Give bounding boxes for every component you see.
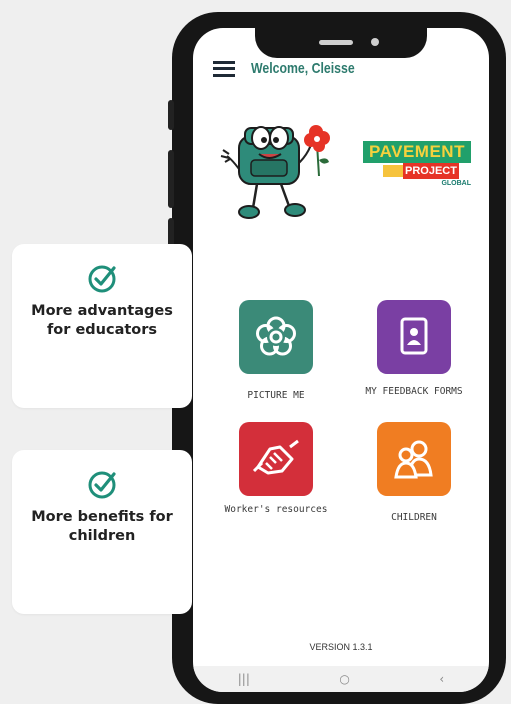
- front-camera: [371, 38, 379, 46]
- top-bar: Welcome, Cleisse: [213, 60, 377, 77]
- children-tile[interactable]: [377, 422, 451, 496]
- logo-yellow-bar: [383, 165, 403, 177]
- children-card-text: More benefits for children: [31, 509, 173, 544]
- phone-volume-up: [168, 150, 174, 208]
- logo-pavement: PAVEMENT: [363, 141, 471, 163]
- speaker: [319, 40, 353, 45]
- app-screen: Welcome, Cleisse PAVEMENT PROJECT GLOBAL: [193, 28, 489, 692]
- mascot-illustration: [220, 125, 330, 219]
- handshake-icon: [252, 439, 299, 475]
- check-circle-icon: [88, 471, 116, 499]
- hamburger-menu-icon[interactable]: [213, 60, 235, 77]
- logo-project: PROJECT: [403, 163, 459, 179]
- android-nav-bar: ||| ○ ‹: [193, 666, 489, 692]
- check-circle-icon: [88, 265, 116, 293]
- my-feedback-forms-label: MY FEEDBACK FORMS: [365, 386, 463, 397]
- picture-me-label: PICTURE ME: [247, 390, 305, 401]
- people-icon: [394, 440, 433, 479]
- picture-me-tile[interactable]: [239, 300, 313, 374]
- educators-card: More advantages for educators: [12, 244, 192, 408]
- portrait-document-icon: [400, 317, 428, 355]
- pavement-project-logo: PAVEMENT PROJECT GLOBAL: [363, 141, 471, 199]
- children-label: CHILDREN: [391, 512, 437, 523]
- my-feedback-forms-tile[interactable]: [377, 300, 451, 374]
- version-text: VERSION 1.3.1: [309, 642, 373, 652]
- phone-notch: [255, 28, 427, 58]
- educators-card-text: More advantages for educators: [31, 303, 173, 338]
- flower-icon: [256, 316, 296, 356]
- back-button[interactable]: ‹: [439, 672, 444, 686]
- logo-global: GLOBAL: [441, 180, 471, 187]
- welcome-text: Welcome, Cleisse: [251, 60, 355, 77]
- children-card: More benefits for children: [12, 450, 192, 614]
- recents-button[interactable]: |||: [238, 672, 250, 686]
- workers-resources-label: Worker's resources: [224, 504, 328, 515]
- home-button[interactable]: ○: [339, 672, 349, 686]
- phone-side-button: [168, 100, 174, 130]
- workers-resources-tile[interactable]: [239, 422, 313, 496]
